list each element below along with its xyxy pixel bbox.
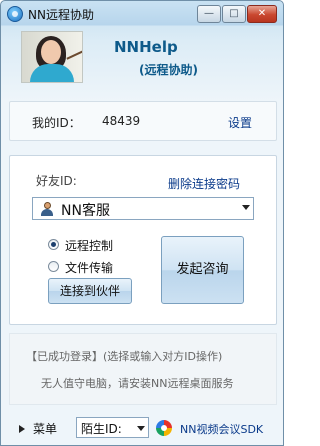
my-id-value: 48439 [102, 114, 141, 128]
friend-id-label: 好友ID: [36, 174, 77, 188]
delete-connection-password-link[interactable]: 删除连接密码 [168, 175, 240, 192]
login-status-text: 【已成功登录】(选择或输入对方ID操作) [26, 350, 223, 363]
bottom-bar: 菜单 陌生ID: NN视频会议SDK [1, 411, 283, 445]
radio-remote-control-label: 远程控制 [65, 239, 114, 253]
unattended-hint-text: 无人值守电脑，请安装NN远程桌面服务 [41, 377, 234, 390]
brand-name: NNHelp [114, 38, 178, 56]
stranger-id-label: 陌生ID: [81, 422, 122, 436]
menu-button[interactable]: 菜单 [33, 420, 57, 437]
connect-to-partner-button[interactable]: 连接到伙伴 [48, 278, 132, 304]
support-agent-avatar [21, 31, 83, 83]
radio-file-transfer-label: 文件传输 [65, 261, 114, 275]
nn-logo-icon [7, 6, 23, 22]
radio-button-checked[interactable] [48, 239, 59, 250]
close-button[interactable]: ✕ [247, 5, 277, 23]
my-id-panel: 我的ID： 48439 设置 [9, 101, 277, 141]
maximize-button[interactable]: □ [222, 5, 246, 23]
chevron-down-icon[interactable] [242, 205, 250, 210]
radio-button[interactable] [48, 261, 59, 272]
window-title: NN远程协助 [28, 8, 94, 22]
stranger-id-dropdown[interactable]: 陌生ID: [76, 417, 149, 438]
connect-panel: 好友ID: 删除连接密码 NN客服 远程控制 文件传输 连接到伙伴 发起咨询 [9, 155, 277, 325]
video-conference-sdk-link[interactable]: NN视频会议SDK [180, 421, 263, 437]
app-window: NN远程协助 — □ ✕ NNHelp (远程协助) 我的ID： 48439 设… [0, 0, 284, 446]
caret-right-icon[interactable] [19, 425, 25, 433]
user-icon [40, 202, 54, 216]
start-consultation-button[interactable]: 发起咨询 [161, 236, 244, 304]
sdk-logo-icon [156, 420, 172, 436]
my-id-label: 我的ID： [32, 116, 81, 130]
chevron-down-icon[interactable] [137, 426, 145, 431]
minimize-button[interactable]: — [197, 5, 221, 23]
friend-id-combobox[interactable]: NN客服 [32, 197, 254, 220]
brand-subtitle: (远程协助) [139, 63, 198, 77]
status-panel: 【已成功登录】(选择或输入对方ID操作) 无人值守电脑，请安装NN远程桌面服务 [9, 333, 277, 405]
friend-id-value: NN客服 [61, 203, 110, 219]
settings-link[interactable]: 设置 [228, 114, 252, 131]
title-bar[interactable]: NN远程协助 — □ ✕ [1, 1, 283, 27]
